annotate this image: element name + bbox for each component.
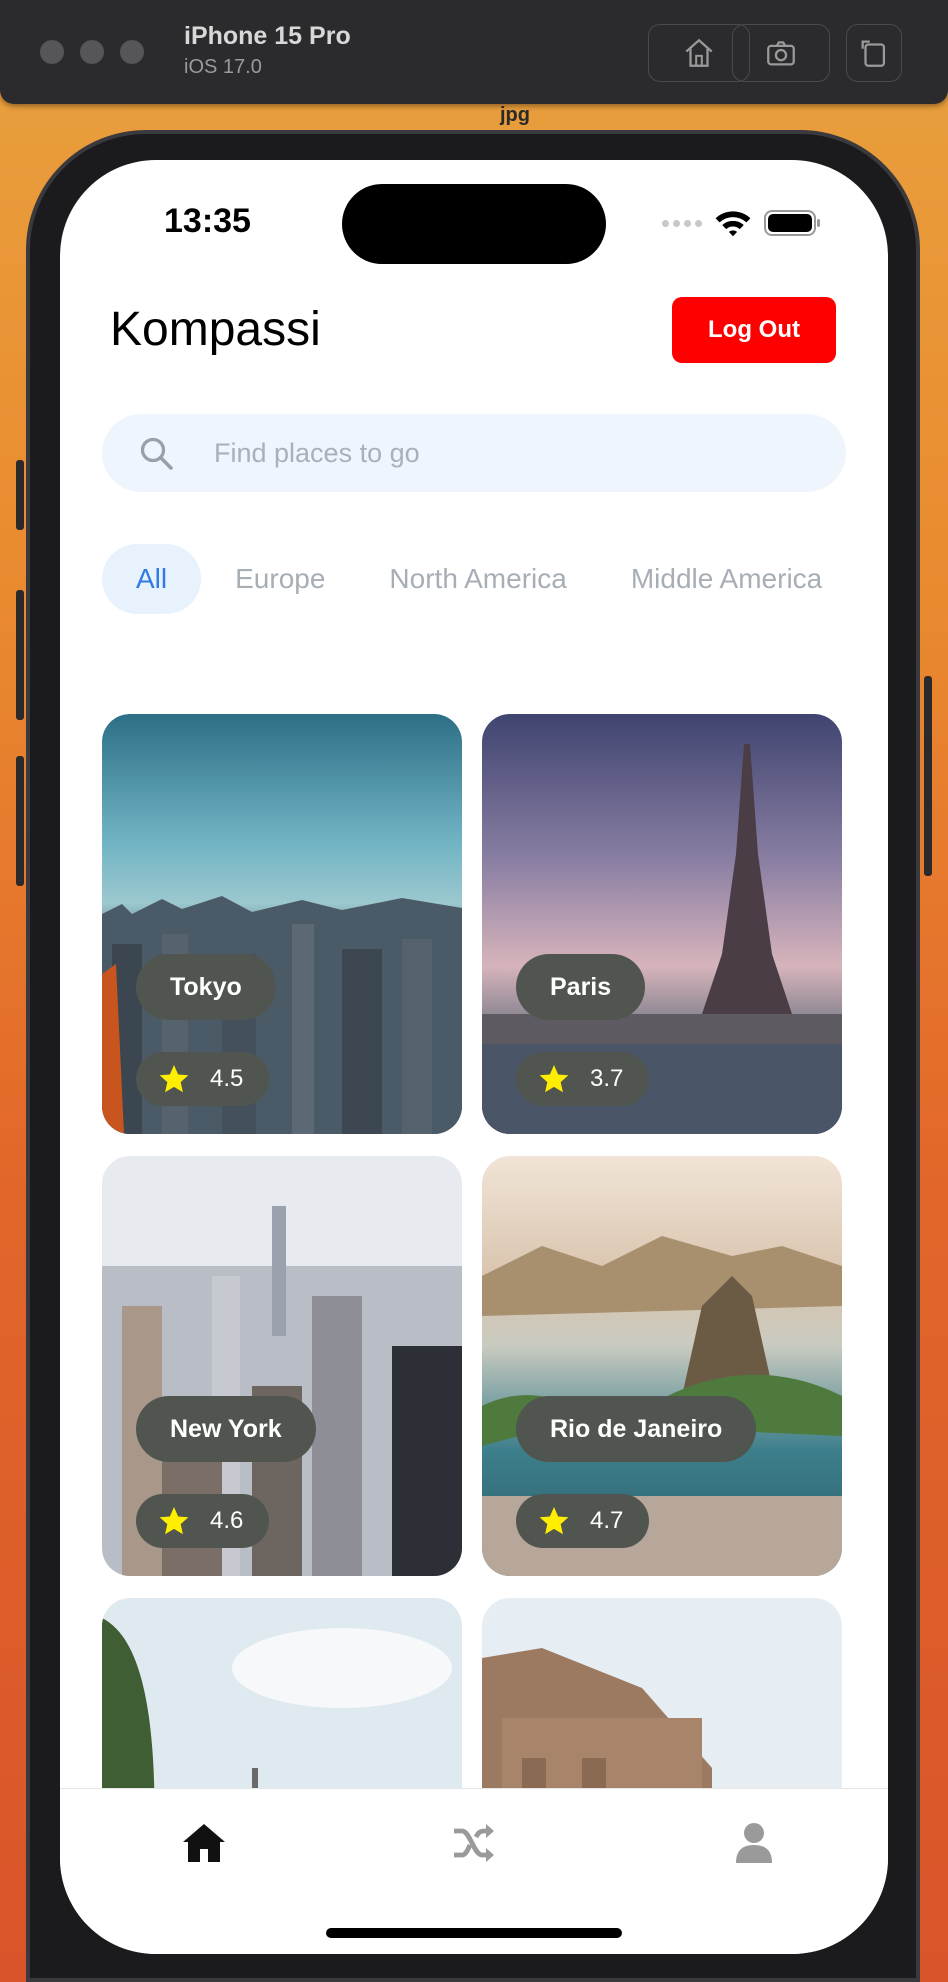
home-icon: [183, 1824, 225, 1862]
volume-down-button: [16, 756, 24, 886]
place-name-pill: New York: [136, 1396, 316, 1462]
volume-up-button: [16, 590, 24, 720]
battery-icon: [764, 210, 820, 236]
close-window-button[interactable]: [40, 40, 64, 64]
category-tabs: All Europe North America Middle America: [102, 544, 886, 614]
rating-value: 4.5: [210, 1065, 244, 1092]
home-indicator[interactable]: [326, 1928, 622, 1938]
simulator-os-version: iOS 17.0: [184, 56, 262, 78]
camera-icon: [767, 41, 795, 66]
star-icon: [539, 1507, 569, 1535]
search-input[interactable]: [212, 436, 776, 470]
dynamic-island: [342, 184, 606, 264]
place-card-paris[interactable]: Paris 3.7: [482, 714, 842, 1134]
zoom-window-button[interactable]: [120, 40, 144, 64]
tab-shuffle[interactable]: [444, 1813, 504, 1873]
window-controls: [40, 40, 144, 64]
simulator-title-bar: iPhone 15 Pro iOS 17.0: [0, 0, 948, 104]
search-bar[interactable]: [102, 414, 846, 492]
logout-button[interactable]: Log Out: [672, 297, 836, 363]
star-icon: [159, 1507, 189, 1535]
category-tab-middle-america[interactable]: Middle America: [631, 563, 822, 595]
place-card-rio-de-janeiro[interactable]: Rio de Janeiro 4.7: [482, 1156, 842, 1576]
status-indicators: [662, 208, 822, 238]
place-name-pill: Paris: [516, 954, 646, 1020]
category-tab-all[interactable]: All: [102, 544, 202, 614]
status-time: 13:35: [164, 202, 251, 240]
rating-value: 4.6: [210, 1507, 244, 1534]
power-button: [924, 676, 932, 876]
search-icon: [140, 437, 173, 470]
home-outline-icon: [685, 38, 713, 67]
app-title: Kompassi: [110, 303, 321, 356]
simulator-screenshot-button[interactable]: [732, 24, 830, 82]
rating-pill: 4.5: [136, 1052, 270, 1106]
rating-value: 3.7: [590, 1065, 624, 1092]
rating-pill: 3.7: [516, 1052, 650, 1106]
rating-pill: 4.6: [136, 1494, 270, 1548]
category-tab-north-america[interactable]: North America: [389, 563, 566, 595]
place-name-pill: Tokyo: [136, 954, 276, 1020]
category-tab-europe[interactable]: Europe: [235, 563, 325, 595]
minimize-window-button[interactable]: [80, 40, 104, 64]
simulator-device-name: iPhone 15 Pro: [184, 22, 351, 50]
tab-home[interactable]: [174, 1813, 234, 1873]
rating-pill: 4.7: [516, 1494, 650, 1548]
place-card-tokyo[interactable]: Tokyo 4.5: [102, 714, 462, 1134]
star-icon: [159, 1065, 189, 1093]
cellular-signal-icon: [662, 219, 702, 227]
rating-value: 4.7: [590, 1507, 624, 1534]
place-card-new-york[interactable]: New York 4.6: [102, 1156, 462, 1576]
shuffle-icon: [454, 1824, 494, 1862]
simulator-rotate-button[interactable]: [846, 24, 902, 82]
place-name-pill: Rio de Janeiro: [516, 1396, 757, 1462]
wifi-icon: [715, 211, 751, 237]
rotate-icon: [861, 40, 886, 67]
tab-profile[interactable]: [724, 1813, 784, 1873]
person-icon: [736, 1823, 772, 1863]
background-file-label: jpg: [500, 104, 530, 126]
app-screen: 13:35 Kompassi Log Out All Europe North …: [60, 160, 888, 1954]
mute-switch: [16, 460, 24, 530]
star-icon: [539, 1065, 569, 1093]
